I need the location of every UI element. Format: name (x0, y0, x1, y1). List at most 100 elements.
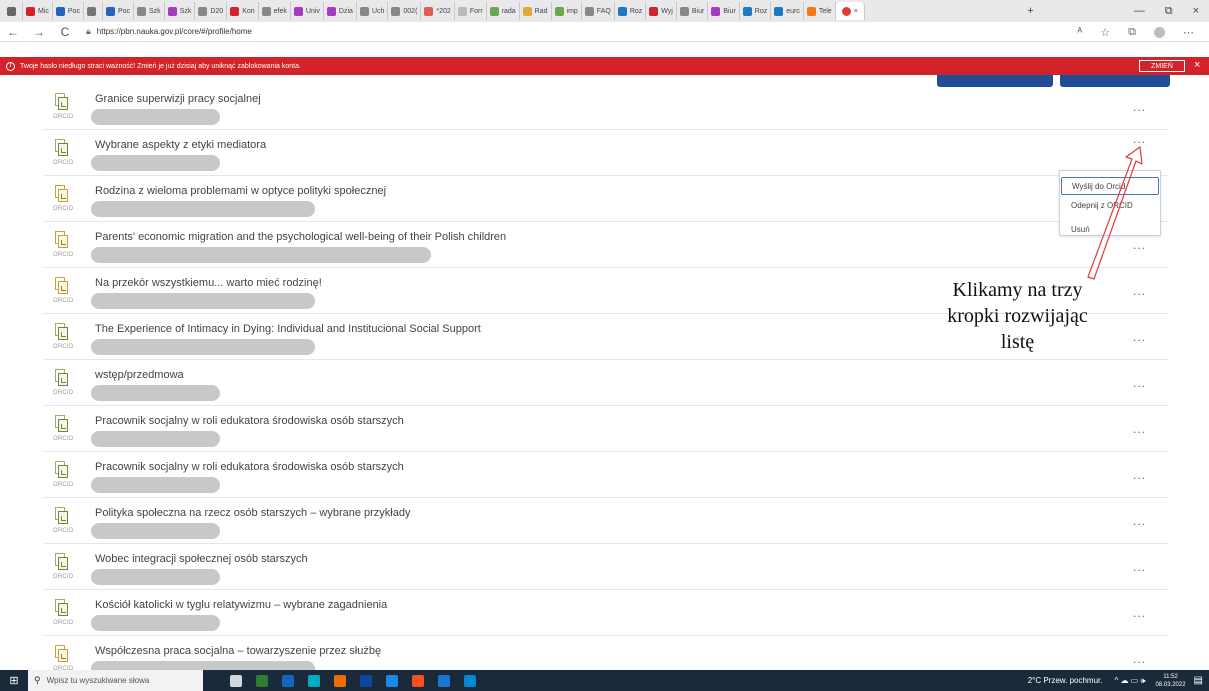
more-icon[interactable]: ⋯ (1183, 26, 1194, 39)
tray-icons[interactable]: ^ ☁ ▭ 🕪 (1114, 676, 1145, 686)
browser-tab[interactable]: Tele (804, 2, 836, 20)
row-menu-button[interactable]: ... (1133, 376, 1146, 390)
publication-title[interactable]: Granice superwizji pracy socjalnej (95, 93, 261, 105)
taskbar-app-icon[interactable] (438, 674, 450, 687)
minimize-button[interactable]: — (1134, 5, 1145, 17)
browser-tab[interactable]: Roz (740, 2, 772, 20)
row-menu-button[interactable]: ... (1133, 606, 1146, 620)
publication-title[interactable]: Kościół katolicki w tyglu relatywizmu – … (95, 599, 387, 611)
tab-favicon-icon (198, 6, 208, 16)
taskbar-app-icon[interactable] (230, 674, 242, 687)
publication-title[interactable]: Wobec integracji społecznej osób starszy… (95, 553, 308, 565)
row-menu-button[interactable]: ... (1133, 330, 1146, 344)
publication-title[interactable]: Rodzina z wieloma problemami w optyce po… (95, 185, 386, 197)
publication-title[interactable]: Pracownik socjalny w roli edukatora środ… (95, 461, 404, 473)
restore-button[interactable]: ⧉ (1165, 5, 1173, 18)
browser-tab[interactable]: Forr (455, 2, 487, 20)
row-menu-button[interactable]: ... (1133, 514, 1146, 528)
browser-tab[interactable]: Mic (23, 2, 53, 20)
clock[interactable]: 11:52 08.03.2022 (1156, 673, 1186, 689)
browser-tab[interactable]: Uch (357, 2, 389, 20)
taskbar-search[interactable]: ⚲ Wpisz tu wyszukiwane słowa (28, 670, 203, 691)
browser-tab[interactable]: FAQ (582, 2, 615, 20)
taskbar-app-icon[interactable] (464, 674, 476, 687)
publication-row: ORCID Kościół katolicki w tyglu relatywiz… (43, 590, 1168, 636)
row-menu-button[interactable]: ... (1133, 652, 1146, 666)
taskbar-app-icon[interactable] (308, 674, 320, 687)
close-tab-icon[interactable]: × (854, 8, 858, 15)
reload-button[interactable]: C (52, 25, 78, 39)
browser-tab[interactable]: Poc (103, 2, 135, 20)
publication-title[interactable]: Na przekór wszystkiemu... warto mieć rod… (95, 277, 322, 289)
browser-tab[interactable]: Rad (520, 2, 552, 20)
taskbar-app-icon[interactable] (386, 674, 398, 687)
publication-title[interactable]: Współczesna praca socjalna – towarzyszen… (95, 645, 381, 657)
browser-tab[interactable]: D20 (195, 2, 228, 20)
taskbar-app-icon[interactable] (282, 674, 294, 687)
document-icon (55, 323, 69, 341)
publication-title[interactable]: Parents' economic migration and the psyc… (95, 231, 506, 243)
browser-tab[interactable]: Dzia (324, 2, 357, 20)
weather-widget[interactable]: 2°C Przew. pochmur. (1028, 676, 1103, 685)
taskbar-app-icon[interactable] (360, 674, 372, 687)
browser-tab[interactable]: efek (259, 2, 291, 20)
publication-title[interactable]: The Experience of Intimacy in Dying: Ind… (95, 323, 481, 335)
browser-tab[interactable]: Kon (227, 2, 259, 20)
tab-label: Roz (754, 7, 768, 15)
browser-tab[interactable]: Roz (615, 2, 647, 20)
change-password-button[interactable]: ZMIEŃ (1139, 60, 1185, 72)
collections-icon[interactable]: ⧉ (1128, 26, 1136, 39)
browser-tab[interactable]: Wyj (646, 2, 677, 20)
notifications-icon[interactable]: ▤ (1194, 675, 1203, 686)
row-menu-button[interactable]: ... (1133, 468, 1146, 482)
tab-favicon-icon (167, 6, 177, 16)
browser-tab[interactable]: *202 (421, 2, 455, 20)
browser-tab-bar: Mic Poc Poc Szk Szk D20 Kon efek Univ Dzia Uch 002(… (0, 0, 1209, 22)
row-menu-button[interactable]: ... (1133, 284, 1146, 298)
document-icon (55, 645, 69, 663)
row-menu-button[interactable]: ... (1133, 132, 1146, 146)
browser-tab[interactable] (84, 2, 103, 20)
browser-tab[interactable] (4, 2, 23, 20)
close-banner-icon[interactable]: × (1194, 59, 1200, 71)
redacted-authors (91, 155, 220, 171)
browser-tab[interactable]: Poc (53, 2, 84, 20)
row-menu-button[interactable]: ... (1133, 422, 1146, 436)
windows-start-icon[interactable]: ⊞ (0, 670, 28, 691)
back-button[interactable]: ← (0, 25, 26, 39)
browser-tab[interactable]: rada (487, 2, 520, 20)
publication-title[interactable]: Pracownik socjalny w roli edukatora środ… (95, 415, 404, 427)
close-window-button[interactable]: × (1193, 5, 1199, 17)
publication-title[interactable]: Wybrane aspekty z etyki mediatora (95, 139, 266, 151)
browser-tab[interactable]: imp (552, 2, 582, 20)
taskbar-app-icon[interactable] (256, 674, 268, 687)
browser-tab[interactable]: Univ (291, 2, 324, 20)
taskbar-app-icon[interactable] (412, 674, 424, 687)
browser-tab-active[interactable]: × (835, 2, 865, 20)
browser-tab[interactable]: Szk (134, 2, 165, 20)
redacted-authors (91, 201, 315, 217)
publication-title[interactable]: wstęp/przedmowa (95, 369, 184, 381)
publication-title[interactable]: Polityka społeczna na rzecz osób starszy… (95, 507, 410, 519)
forward-button[interactable]: → (26, 25, 52, 39)
read-aloud-icon[interactable]: ᴬ (1077, 26, 1082, 38)
tab-favicon-icon (457, 6, 467, 16)
tab-label: Wyj (661, 7, 673, 15)
new-tab-button[interactable]: + (1027, 5, 1033, 17)
browser-tab[interactable]: Szk (165, 2, 196, 20)
favorites-icon[interactable]: ☆ (1100, 26, 1110, 39)
annotation-line-1: Klikamy na trzy (952, 279, 1083, 301)
browser-tab[interactable]: Biur (677, 2, 709, 20)
orcid-label: ORCID (53, 390, 74, 396)
browser-tab[interactable]: Biur (708, 2, 740, 20)
row-menu-button[interactable]: ... (1133, 100, 1146, 114)
document-icon (55, 231, 69, 249)
url-field[interactable]: 🔒︎ https://pbn.nauka.gov.pl/core/#/profi… (86, 26, 252, 37)
tab-favicon-icon (26, 6, 35, 16)
row-menu-button[interactable]: ... (1133, 560, 1146, 574)
taskbar-app-icon[interactable] (334, 674, 346, 687)
profile-avatar[interactable] (1154, 26, 1165, 38)
browser-tab[interactable]: eurc (771, 2, 804, 20)
browser-tab[interactable]: 002( (388, 2, 422, 20)
orcid-label: ORCID (53, 206, 74, 212)
